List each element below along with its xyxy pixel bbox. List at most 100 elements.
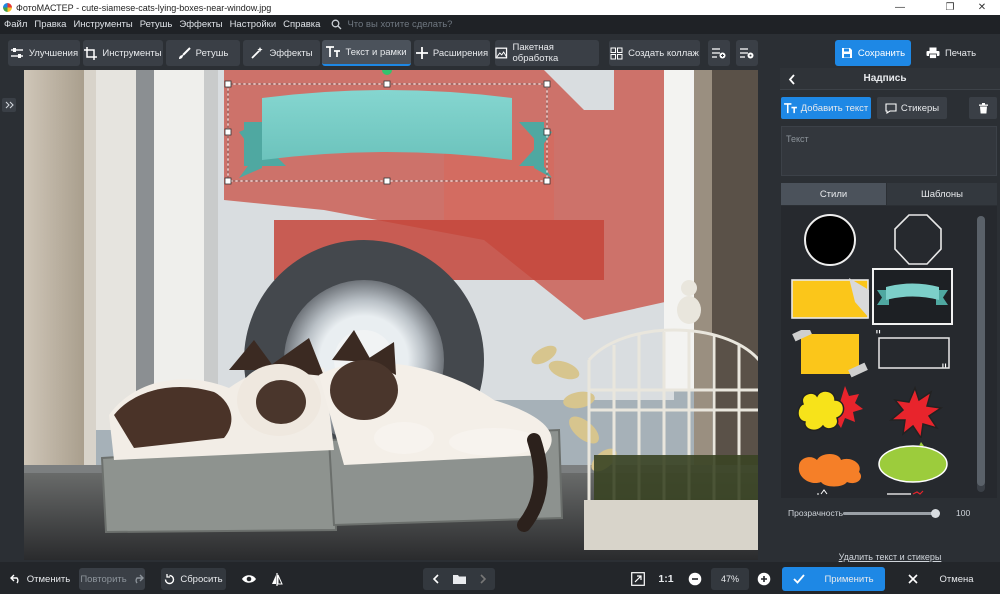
black-circle-sticker-icon bbox=[804, 214, 856, 266]
undo-icon bbox=[9, 574, 19, 584]
list-settings-icon bbox=[740, 48, 754, 59]
reset-button[interactable]: Сбросить bbox=[161, 568, 226, 590]
zoom-in-button[interactable] bbox=[753, 568, 775, 590]
expand-left-panel-button[interactable] bbox=[2, 98, 16, 112]
list-add-icon bbox=[712, 48, 726, 59]
menu-settings[interactable]: Настройки bbox=[230, 19, 277, 30]
floppy-disk-icon bbox=[841, 48, 852, 58]
orange-cloud-sticker-icon bbox=[798, 454, 862, 495]
green-bubble-sticker-icon bbox=[878, 442, 948, 495]
apply-button[interactable]: Применить bbox=[782, 567, 885, 591]
search-icon bbox=[331, 19, 342, 30]
tab-extensions[interactable]: Расширения bbox=[414, 40, 490, 66]
sticker-octagon-outline[interactable] bbox=[877, 212, 957, 268]
opacity-label: Прозрачность bbox=[788, 508, 844, 518]
apply-label: Применить bbox=[824, 573, 874, 585]
tab-tools[interactable]: Инструменты bbox=[83, 40, 163, 66]
sticker-red-explosion[interactable] bbox=[873, 384, 953, 438]
sticker-teal-ribbon[interactable] bbox=[872, 268, 953, 325]
checkmark-icon bbox=[793, 574, 806, 584]
cancel-button[interactable]: Отмена bbox=[889, 567, 993, 591]
yellow-note-sticker-icon bbox=[791, 278, 869, 319]
sliders-icon bbox=[10, 48, 23, 58]
opacity-slider-thumb[interactable] bbox=[930, 509, 940, 518]
close-icon[interactable]: ✕ bbox=[962, 0, 1000, 15]
zoom-in-icon bbox=[757, 572, 771, 586]
photo-canvas[interactable] bbox=[24, 70, 758, 560]
preview-toggle-button[interactable] bbox=[237, 568, 261, 590]
menu-help[interactable]: Справка bbox=[283, 19, 320, 30]
tab-text-frames-label: Текст и рамки bbox=[345, 46, 407, 58]
text-icon bbox=[326, 46, 341, 57]
sticker-black-circle[interactable] bbox=[789, 212, 869, 268]
text-input-placeholder: Текст bbox=[786, 134, 809, 144]
sticker-yellow-note[interactable] bbox=[789, 270, 869, 328]
sticker-green-bubble[interactable] bbox=[873, 442, 953, 498]
opacity-slider-track[interactable] bbox=[843, 509, 940, 518]
menu-tools[interactable]: Инструменты bbox=[73, 19, 132, 30]
tab-effects-label: Эффекты bbox=[269, 47, 313, 59]
reset-icon bbox=[165, 573, 175, 584]
delete-text-button[interactable] bbox=[969, 97, 997, 119]
add-text-label: Добавить текст bbox=[800, 102, 869, 114]
eye-icon bbox=[242, 575, 256, 583]
cancel-label: Отмена bbox=[939, 573, 974, 585]
close-icon bbox=[908, 574, 919, 584]
minimize-icon[interactable]: — bbox=[880, 0, 920, 15]
tab-templates[interactable]: Шаблоны bbox=[887, 183, 997, 205]
app-logo-icon bbox=[3, 3, 12, 12]
compare-button[interactable] bbox=[266, 568, 288, 590]
main-toolbar: Улучшения Инструменты Ретушь Эффекты Тек… bbox=[0, 34, 1000, 70]
svg-text:": " bbox=[941, 362, 947, 378]
sticker-quote-frame[interactable]: " " bbox=[873, 330, 953, 378]
batch-processing-button[interactable]: Пакетная обработка bbox=[495, 40, 599, 66]
tab-styles[interactable]: Стили bbox=[781, 183, 886, 205]
sticker-grid: " " bbox=[781, 206, 997, 498]
octagon-outline-sticker-icon bbox=[894, 214, 942, 265]
bottom-bar: Отменить Повторить Сбросить 1:1 47% Прим… bbox=[0, 562, 1000, 594]
menu-edit[interactable]: Правка bbox=[34, 19, 66, 30]
delete-text-stickers-link[interactable]: Удалить текст и стикеры bbox=[780, 552, 1000, 562]
sticker-yellow-burst[interactable] bbox=[789, 384, 869, 438]
create-collage-label: Создать коллаж bbox=[628, 47, 699, 59]
text-input[interactable]: Текст bbox=[781, 126, 997, 176]
chevron-right-icon[interactable] bbox=[479, 574, 487, 584]
image-stack-icon bbox=[495, 47, 508, 59]
print-button[interactable]: Печать bbox=[917, 40, 985, 66]
add-text-button[interactable]: Добавить текст bbox=[781, 97, 871, 119]
presets-manage-button[interactable] bbox=[736, 40, 758, 66]
create-collage-button[interactable]: Создать коллаж bbox=[609, 40, 700, 66]
zoom-out-button[interactable] bbox=[684, 568, 706, 590]
redo-button[interactable]: Повторить bbox=[79, 568, 145, 590]
sticker-grid-scrollbar[interactable] bbox=[977, 216, 985, 492]
stickers-button[interactable]: Стикеры bbox=[877, 97, 947, 119]
tab-effects[interactable]: Эффекты bbox=[243, 40, 320, 66]
tab-retouch[interactable]: Ретушь bbox=[166, 40, 240, 66]
navigation-group bbox=[423, 568, 495, 590]
fit-screen-icon bbox=[631, 572, 645, 586]
text-panel: Надпись Добавить текст Стикеры Текст Сти… bbox=[780, 68, 1000, 566]
menu-effects[interactable]: Эффекты bbox=[179, 19, 222, 30]
tab-text-frames[interactable]: Текст и рамки bbox=[322, 40, 411, 66]
folder-icon[interactable] bbox=[452, 574, 466, 584]
menu-file[interactable]: Файл bbox=[4, 19, 27, 30]
taped-note-sticker-icon bbox=[792, 330, 868, 378]
presets-add-button[interactable] bbox=[708, 40, 730, 66]
undo-button[interactable]: Отменить bbox=[6, 568, 74, 590]
menu-search[interactable]: Что вы хотите сделать? bbox=[331, 19, 452, 30]
save-button[interactable]: Сохранить bbox=[835, 40, 911, 66]
yellow-burst-sticker-icon bbox=[797, 386, 863, 432]
crop-icon bbox=[84, 46, 98, 60]
sticker-yellow-tape-note[interactable] bbox=[789, 330, 869, 378]
panel-title: Надпись bbox=[863, 73, 907, 84]
tab-enhance[interactable]: Улучшения bbox=[8, 40, 80, 66]
panel-header: Надпись bbox=[780, 68, 1000, 90]
undo-label: Отменить bbox=[26, 573, 71, 585]
menu-bar: Файл Правка Инструменты Ретушь Эффекты Н… bbox=[0, 15, 1000, 34]
fit-screen-button[interactable] bbox=[627, 568, 649, 590]
chevron-left-icon[interactable] bbox=[432, 574, 440, 584]
menu-retouch[interactable]: Ретушь bbox=[140, 19, 173, 30]
zoom-value[interactable]: 47% bbox=[711, 568, 749, 590]
actual-size-button[interactable]: 1:1 bbox=[654, 568, 678, 590]
sticker-orange-cloud[interactable] bbox=[789, 442, 869, 498]
